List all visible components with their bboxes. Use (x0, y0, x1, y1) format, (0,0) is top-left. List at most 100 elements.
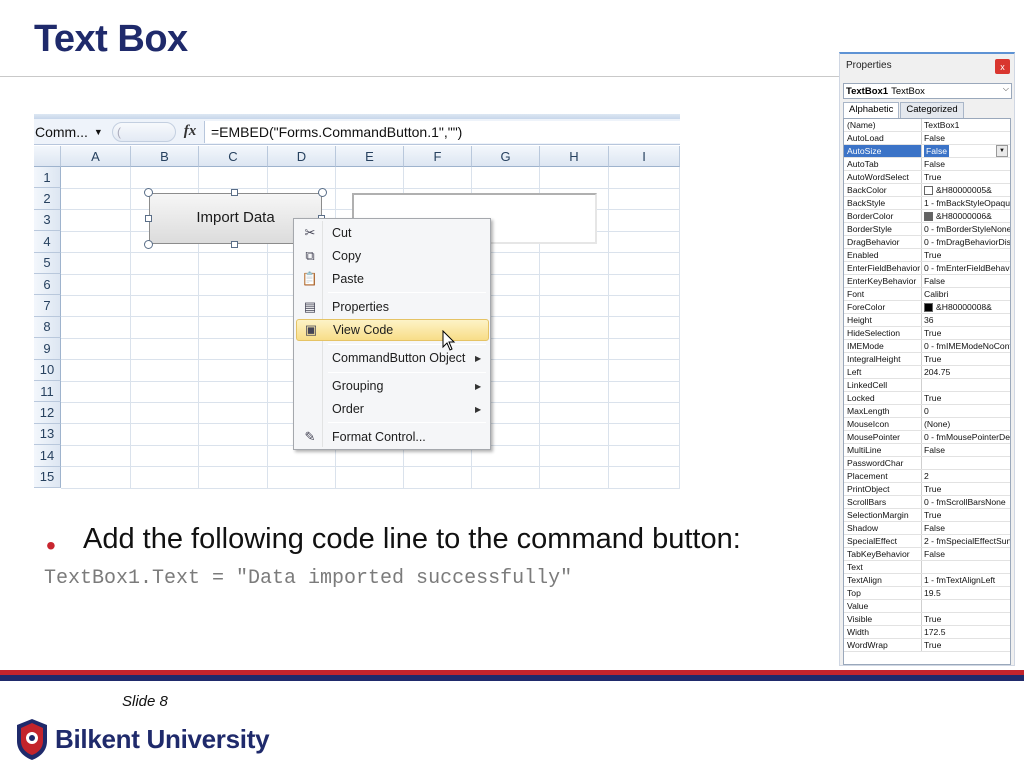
property-value[interactable]: True (922, 353, 1010, 365)
property-value[interactable]: 0 (922, 405, 1010, 417)
row-header-12[interactable]: 12 (34, 402, 61, 424)
menu-item-view-code[interactable]: ▣ View Code (296, 319, 489, 341)
column-header-i[interactable]: I (609, 146, 680, 167)
property-row[interactable]: Font Calibri (844, 288, 1010, 301)
property-value[interactable] (922, 457, 1010, 469)
property-value[interactable]: 36 (922, 314, 1010, 326)
property-row[interactable]: BackColor &H80000005& (844, 184, 1010, 197)
property-row[interactable]: ForeColor &H80000008& (844, 301, 1010, 314)
menu-item-copy[interactable]: ⧉ Copy (296, 245, 489, 267)
property-row[interactable]: EnterKeyBehavior False (844, 275, 1010, 288)
menu-item-order[interactable]: Order ▶ (296, 398, 489, 420)
property-row[interactable]: Visible True (844, 613, 1010, 626)
property-value[interactable]: 0 - fmIMEModeNoControl (922, 340, 1010, 352)
property-row[interactable]: LinkedCell (844, 379, 1010, 392)
row-header-6[interactable]: 6 (34, 274, 61, 296)
resize-handle[interactable] (318, 188, 327, 197)
property-row[interactable]: Shadow False (844, 522, 1010, 535)
menu-item-commandbutton-object[interactable]: CommandButton Object ▶ (296, 347, 489, 369)
property-value[interactable]: True (922, 639, 1010, 651)
row-header-13[interactable]: 13 (34, 423, 61, 446)
property-row[interactable]: HideSelection True (844, 327, 1010, 340)
property-row[interactable]: TabKeyBehavior False (844, 548, 1010, 561)
property-row[interactable]: TextAlign 1 - fmTextAlignLeft (844, 574, 1010, 587)
property-row[interactable]: PrintObject True (844, 483, 1010, 496)
property-row[interactable]: Left 204.75 (844, 366, 1010, 379)
property-value[interactable]: True (922, 327, 1010, 339)
column-header-h[interactable]: H (540, 146, 609, 167)
tab-categorized[interactable]: Categorized (900, 102, 964, 118)
column-header-c[interactable]: C (199, 146, 268, 167)
tab-alphabetic[interactable]: Alphabetic (843, 102, 900, 119)
property-value[interactable]: 19.5 (922, 587, 1010, 599)
property-value[interactable]: 0 - fmBorderStyleNone (922, 223, 1010, 235)
property-row[interactable]: BackStyle 1 - fmBackStyleOpaque (844, 197, 1010, 210)
property-row[interactable]: Enabled True (844, 249, 1010, 262)
name-box[interactable]: Comm... ▼ (34, 121, 112, 143)
property-row[interactable]: EnterFieldBehavior 0 - fmEnterFieldBehavi… (844, 262, 1010, 275)
property-row[interactable]: Text (844, 561, 1010, 574)
property-row[interactable]: Placement 2 (844, 470, 1010, 483)
column-header-d[interactable]: D (268, 146, 336, 167)
row-header-2[interactable]: 2 (34, 188, 61, 210)
property-value[interactable]: 1 - fmTextAlignLeft (922, 574, 1010, 586)
property-value[interactable]: False (922, 132, 1010, 144)
property-row[interactable]: Locked True (844, 392, 1010, 405)
property-value[interactable]: False (922, 158, 1010, 170)
chevron-down-icon[interactable]: ▼ (94, 127, 103, 137)
menu-item-paste[interactable]: 📋 Paste (296, 268, 489, 290)
property-value[interactable]: 0 - fmDragBehaviorDisabled (922, 236, 1010, 248)
property-row[interactable]: Value (844, 600, 1010, 613)
row-header-4[interactable]: 4 (34, 231, 61, 253)
property-value[interactable]: (None) (922, 418, 1010, 430)
property-value[interactable]: True (922, 171, 1010, 183)
property-row[interactable]: (Name) TextBox1 (844, 119, 1010, 132)
row-header-11[interactable]: 11 (34, 381, 61, 403)
column-header-b[interactable]: B (131, 146, 199, 167)
property-row[interactable]: BorderStyle 0 - fmBorderStyleNone (844, 223, 1010, 236)
property-value[interactable]: False (922, 522, 1010, 534)
property-row[interactable]: SpecialEffect2 - fmSpecialEffectSunken (844, 535, 1010, 548)
property-row[interactable]: MultiLine False (844, 444, 1010, 457)
row-header-7[interactable]: 7 (34, 295, 61, 317)
property-row[interactable]: AutoSize False ▼ (844, 145, 1010, 158)
formula-bar-expander[interactable]: ( (112, 121, 176, 142)
column-header-e[interactable]: E (336, 146, 404, 167)
property-value[interactable]: True (922, 483, 1010, 495)
property-row[interactable]: MouseIcon (None) (844, 418, 1010, 431)
column-header-g[interactable]: G (472, 146, 540, 167)
row-header-10[interactable]: 10 (34, 359, 61, 381)
property-value[interactable]: True (922, 249, 1010, 261)
property-value[interactable]: &H80000006& (922, 210, 1010, 222)
row-header-9[interactable]: 9 (34, 338, 61, 360)
property-value[interactable]: TextBox1 (922, 119, 1010, 131)
chevron-down-icon[interactable]: ⌵ (1003, 84, 1009, 94)
resize-handle[interactable] (145, 215, 152, 222)
resize-handle[interactable] (231, 241, 238, 248)
property-row[interactable]: IntegralHeight True (844, 353, 1010, 366)
property-row[interactable]: ScrollBars 0 - fmScrollBarsNone (844, 496, 1010, 509)
property-row[interactable]: AutoWordSelect True (844, 171, 1010, 184)
property-value[interactable]: True (922, 613, 1010, 625)
resize-handle[interactable] (144, 240, 153, 249)
resize-handle[interactable] (144, 188, 153, 197)
property-value[interactable]: 172.5 (922, 626, 1010, 638)
property-value[interactable]: 0 - fmEnterFieldBehavior (922, 262, 1010, 274)
property-row[interactable]: Width 172.5 (844, 626, 1010, 639)
property-row[interactable]: Height 36 (844, 314, 1010, 327)
property-row[interactable]: PasswordChar (844, 457, 1010, 470)
property-value[interactable]: 2 (922, 470, 1010, 482)
property-value[interactable]: False (922, 275, 1010, 287)
menu-item-properties[interactable]: ▤ Properties (296, 296, 489, 318)
insert-function-button[interactable]: fx (176, 123, 204, 140)
select-all-corner[interactable] (34, 146, 61, 167)
property-value[interactable] (922, 561, 1010, 573)
property-value[interactable]: Calibri (922, 288, 1010, 300)
menu-item-format-control[interactable]: ✎ Format Control... (296, 426, 489, 448)
property-value[interactable] (922, 600, 1010, 612)
property-value[interactable]: 0 - fmMousePointerDefault (922, 431, 1010, 443)
menu-item-grouping[interactable]: Grouping ▶ (296, 375, 489, 397)
property-row[interactable]: MousePointer0 - fmMousePointerDefault (844, 431, 1010, 444)
property-row[interactable]: SelectionMargin True (844, 509, 1010, 522)
property-value[interactable]: False (922, 548, 1010, 560)
